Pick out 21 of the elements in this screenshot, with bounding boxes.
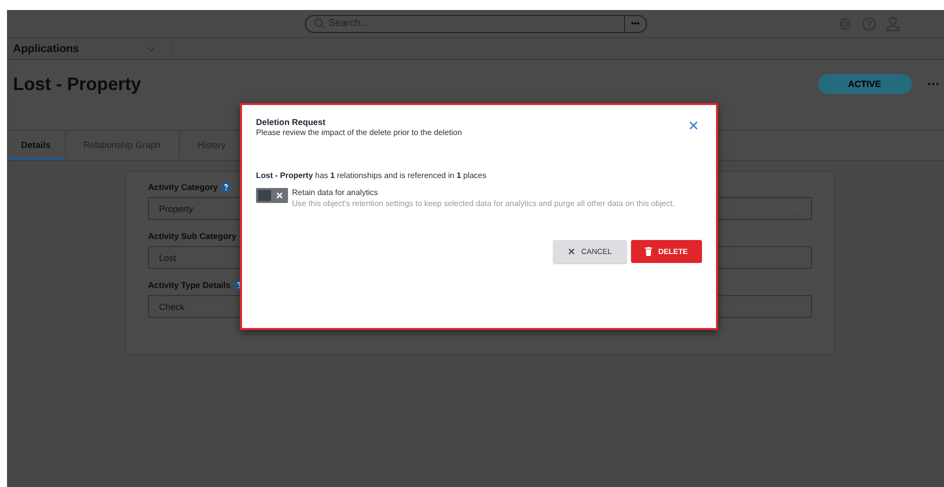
- more-button[interactable]: •••: [922, 79, 944, 89]
- applications-menu[interactable]: Applications: [7, 38, 172, 59]
- tab[interactable]: Details: [7, 131, 66, 160]
- status-pill: ACTIVE: [818, 74, 912, 94]
- impact-message: Lost - Property has 1 relationships and is referenced in 1 places: [256, 171, 488, 180]
- search-icon: [314, 18, 324, 29]
- cross-icon: [276, 192, 283, 199]
- toggle-description: Use this object's retention settings to keep selected data for analytics and purge all other data on this object.: [292, 198, 676, 210]
- field-label: Activity Category: [148, 182, 218, 192]
- close-icon: [568, 248, 576, 255]
- toggle-switch[interactable]: [256, 188, 288, 203]
- dialog-subtitle: Please review the impact of the delete prior to the deletion: [256, 128, 462, 137]
- field-label: Activity Sub Category: [148, 231, 236, 241]
- trash-icon: [645, 247, 652, 256]
- record-title: Lost - Property: [13, 74, 142, 95]
- dialog-title: Deletion Request: [256, 117, 326, 127]
- close-icon[interactable]: [689, 121, 698, 130]
- search-options-button[interactable]: •••: [624, 16, 646, 32]
- toggle-label: Retain data for analytics: [292, 188, 379, 197]
- help-icon[interactable]: [220, 182, 231, 192]
- field-label: Activity Type Details: [148, 280, 231, 290]
